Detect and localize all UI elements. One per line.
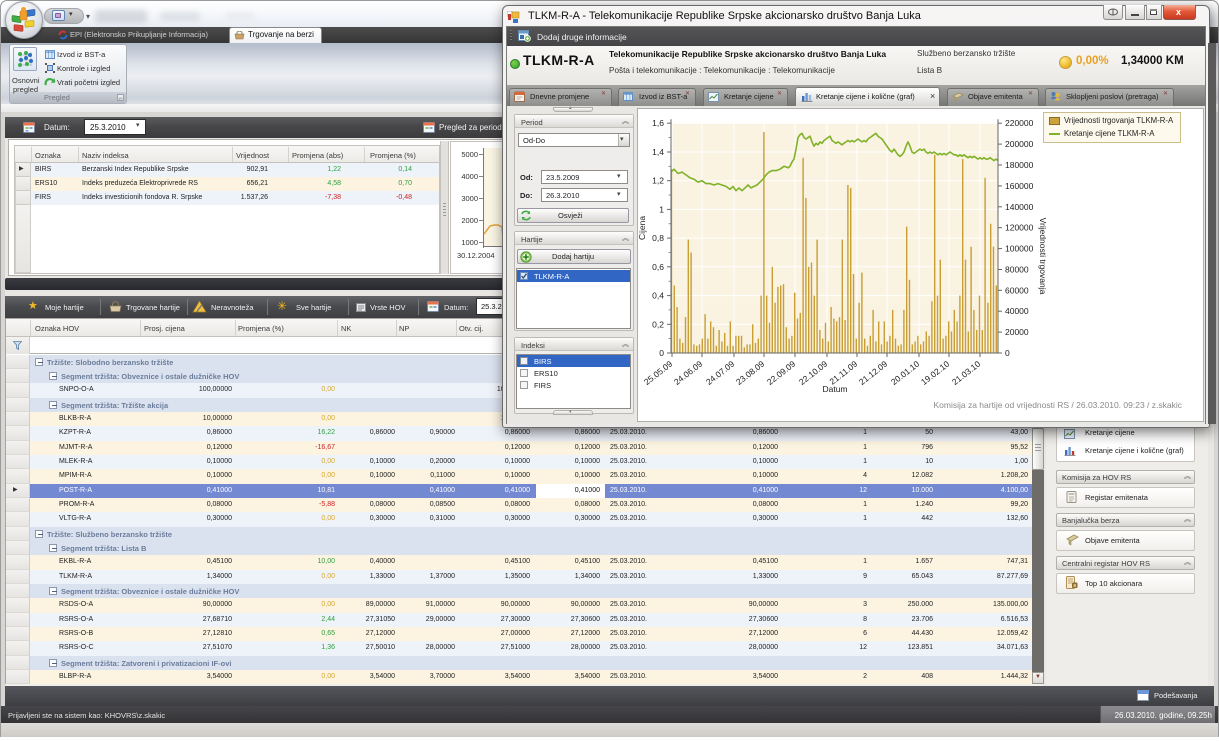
svg-text:160000: 160000 (1005, 181, 1034, 191)
svg-text:220000: 220000 (1005, 118, 1034, 128)
svg-text:1: 1 (659, 204, 664, 214)
svg-text:80000: 80000 (1005, 265, 1029, 275)
svg-text:19.02.10: 19.02.10 (919, 359, 951, 387)
svg-text:100000: 100000 (1005, 244, 1034, 254)
svg-text:0: 0 (659, 348, 664, 358)
svg-text:140000: 140000 (1005, 202, 1034, 212)
svg-text:20000: 20000 (1005, 327, 1029, 337)
svg-text:22.10.09: 22.10.09 (797, 359, 829, 387)
svg-text:200000: 200000 (1005, 139, 1034, 149)
svg-text:Komisija za hartije od vrijedn: Komisija za hartije od vrijednosti RS / … (933, 400, 1182, 410)
svg-text:0,8: 0,8 (652, 233, 664, 243)
svg-text:0,4: 0,4 (652, 291, 664, 301)
svg-text:24.07.09: 24.07.09 (704, 359, 736, 387)
svg-text:1,2: 1,2 (652, 176, 664, 186)
svg-text:20.01.10: 20.01.10 (889, 359, 921, 387)
svg-text:24.06.09: 24.06.09 (672, 359, 704, 387)
svg-text:120000: 120000 (1005, 223, 1034, 233)
svg-text:0,2: 0,2 (652, 319, 664, 329)
svg-text:23.08.09: 23.08.09 (734, 359, 766, 387)
svg-text:180000: 180000 (1005, 160, 1034, 170)
svg-text:21.11.09: 21.11.09 (827, 359, 859, 387)
svg-text:40000: 40000 (1005, 306, 1029, 316)
svg-text:1,4: 1,4 (652, 147, 664, 157)
svg-text:22.09.09: 22.09.09 (765, 359, 797, 387)
svg-text:Cijena: Cijena (637, 216, 647, 240)
svg-text:21.12.09: 21.12.09 (857, 359, 889, 387)
svg-text:0,6: 0,6 (652, 262, 664, 272)
svg-text:Vrijednosti trgovanja: Vrijednosti trgovanja (1038, 218, 1048, 295)
svg-text:Datum: Datum (822, 384, 847, 394)
svg-text:21.03.10: 21.03.10 (950, 359, 982, 387)
svg-text:25.05.09: 25.05.09 (642, 359, 674, 387)
svg-text:1,6: 1,6 (652, 118, 664, 128)
svg-text:0: 0 (1005, 348, 1010, 358)
svg-text:60000: 60000 (1005, 285, 1029, 295)
